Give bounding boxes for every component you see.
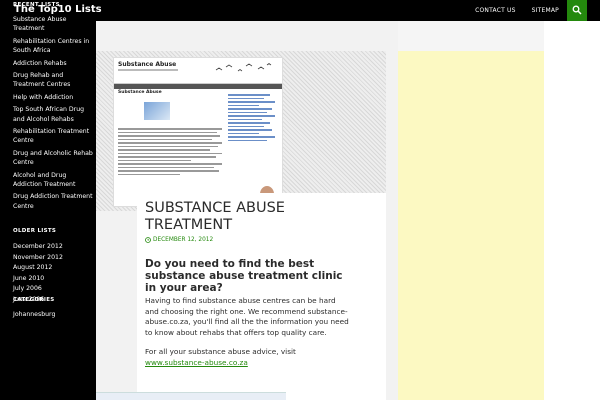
categories-title: CATEGORIES (13, 297, 55, 303)
primary-nav: CONTACT US SITEMAP (467, 0, 567, 21)
featured-image[interactable]: Substance Abuse Substance Abuse (113, 57, 283, 207)
substance-abuse-link[interactable]: www.substance-abuse.co.za (145, 358, 248, 367)
recent-link[interactable]: Top South African Drug and Alcohol Rehab… (13, 105, 93, 124)
recent-link[interactable]: Help with Addiction (13, 93, 93, 102)
recent-link[interactable]: Alcohol and Drug Addiction Treatment (13, 171, 93, 190)
recent-link[interactable]: Rehabilitation Treatment Centre (13, 127, 93, 146)
article-paragraph-link: For all your substance abuse advice, vis… (145, 347, 349, 368)
thumbnail-nav (114, 84, 282, 89)
next-post-thumbnail[interactable] (96, 392, 286, 400)
nav-sitemap[interactable]: SITEMAP (524, 0, 567, 21)
thumbnail-picture (144, 102, 170, 120)
recent-lists-title: RECENT LISTS (13, 2, 60, 8)
archive-link[interactable]: July 2006 (13, 284, 63, 295)
search-icon (572, 5, 582, 15)
recent-lists: Substance Abuse Treatment Rehabilitation… (13, 15, 93, 214)
archive-link[interactable]: August 2012 (13, 263, 63, 274)
thumbnail-sidebar (228, 94, 280, 204)
archive-link[interactable]: November 2012 (13, 253, 63, 264)
nav-contact-us[interactable]: CONTACT US (467, 0, 524, 21)
thumbnail-header: Substance Abuse (114, 58, 282, 84)
recent-link[interactable]: Addiction Rehabs (13, 59, 93, 68)
older-lists: December 2012 November 2012 August 2012 … (13, 242, 63, 305)
right-sidebar (398, 51, 544, 400)
recent-link[interactable]: Drug and Alcoholic Rehab Centre (13, 149, 93, 168)
categories-list: Johannesburg (13, 310, 55, 320)
search-toggle-button[interactable] (567, 0, 587, 21)
category-link[interactable]: Johannesburg (13, 310, 55, 320)
recent-link[interactable]: Drug Addiction Treatment Centre (13, 192, 93, 211)
thumbnail-text (118, 94, 222, 204)
recent-link[interactable]: Substance Abuse Treatment (13, 15, 93, 34)
birds-graphic (215, 63, 272, 72)
older-lists-title: OLDER LISTS (13, 228, 57, 234)
paragraph-text: For all your substance abuse advice, vis… (145, 347, 296, 356)
article-heading: Do you need to find the best substance a… (145, 258, 343, 294)
article-title[interactable]: SUBSTANCE ABUSE TREATMENT (145, 200, 345, 233)
article-date[interactable]: DECEMBER 12, 2012 (145, 237, 213, 243)
archive-link[interactable]: June 2010 (13, 274, 63, 285)
thumbnail-tagline (118, 69, 178, 71)
recent-link[interactable]: Drug Rehab and Treatment Centres (13, 71, 93, 90)
thumbnail-logo: Substance Abuse (118, 61, 177, 68)
article-paragraph: Having to find substance abuse centres c… (145, 296, 349, 338)
archive-link[interactable]: December 2012 (13, 242, 63, 253)
page-margin (544, 21, 600, 400)
recent-link[interactable]: Rehabilitation Centres in South Africa (13, 37, 93, 56)
clock-icon (145, 237, 151, 243)
article-date-text: DECEMBER 12, 2012 (153, 237, 214, 243)
